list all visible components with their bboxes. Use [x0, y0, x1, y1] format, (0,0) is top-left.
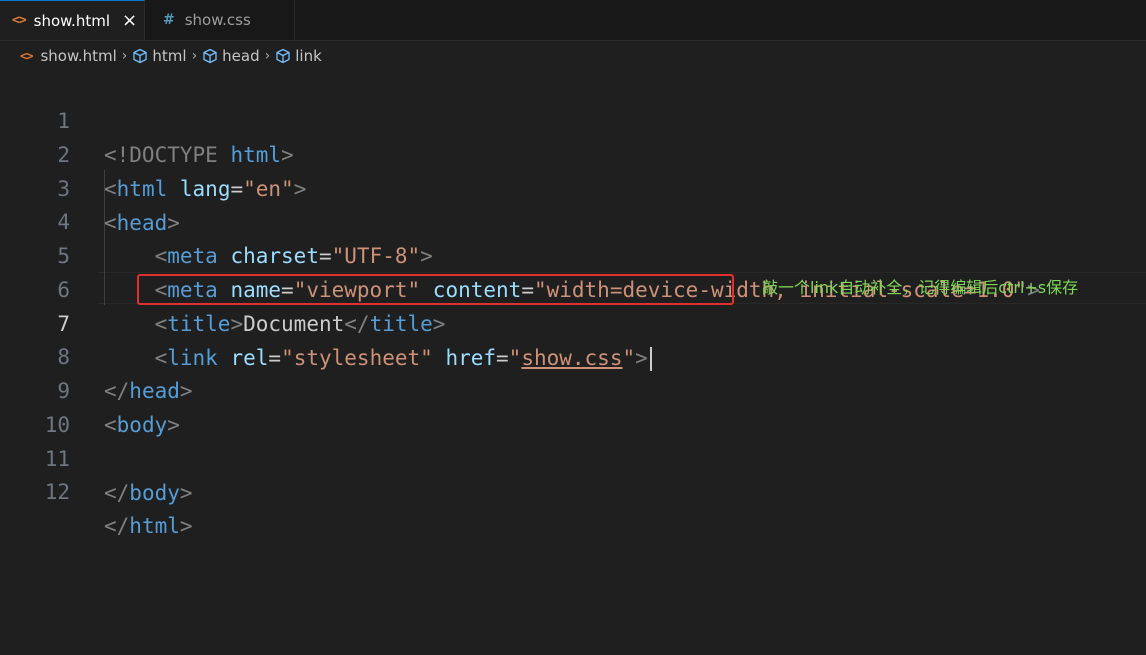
chevron-right-icon: › — [121, 48, 128, 64]
annotation-note: 敲一个link自动补全，记得编辑后ctrl+s保存 — [762, 278, 1079, 297]
breadcrumb-item-link[interactable]: link — [295, 47, 322, 65]
tab-show-html[interactable]: <> show.html × — [0, 0, 145, 40]
line-code: </body> — [104, 481, 193, 505]
code-line[interactable]: 10 — [0, 374, 1146, 437]
code-line[interactable]: 9 <body> — [0, 340, 1146, 437]
close-icon[interactable]: × — [122, 10, 137, 31]
code-line[interactable]: 8 </head> — [0, 306, 1146, 403]
symbol-cube-icon — [275, 48, 291, 64]
line-code: </html> — [104, 514, 193, 538]
code-line[interactable]: 2 <html lang="en"> — [0, 104, 1146, 201]
code-line[interactable]: 6 <title>Document</title> — [0, 239, 1146, 336]
breadcrumb: <> show.html › html › head › link — [0, 42, 1146, 70]
code-editor[interactable]: 1 <!DOCTYPE html> 2 <html lang="en"> 3 <… — [0, 70, 1146, 655]
code-line[interactable]: 3 <head> — [0, 138, 1146, 235]
breadcrumb-file[interactable]: show.html — [40, 47, 116, 65]
code-line[interactable]: 12 </html> — [0, 441, 1146, 538]
tab-label: show.css — [184, 11, 251, 29]
code-line[interactable]: 4 <meta charset="UTF-8"> — [0, 171, 1146, 268]
editor-tab-bar: <> show.html × # show.css — [0, 0, 1146, 41]
code-line[interactable]: 11 </body> — [0, 408, 1146, 505]
chevron-right-icon: › — [191, 48, 198, 64]
breadcrumb-item-head[interactable]: head — [222, 47, 259, 65]
tab-show-css[interactable]: # show.css — [145, 0, 295, 40]
code-line[interactable]: 1 <!DOCTYPE html> — [0, 70, 1146, 167]
line-number: 12 — [44, 480, 70, 504]
symbol-cube-icon — [132, 48, 148, 64]
code-line[interactable]: 5 <meta name="viewport" content="width=d… — [0, 205, 1146, 302]
css-file-icon: # — [163, 12, 175, 28]
html-file-icon: <> — [20, 49, 33, 63]
breadcrumb-item-html[interactable]: html — [152, 47, 186, 65]
html-file-icon: <> — [12, 13, 27, 28]
chevron-right-icon: › — [264, 48, 271, 64]
tab-label: show.html — [33, 11, 110, 30]
annotation-highlight-box — [137, 274, 734, 305]
symbol-cube-icon — [202, 48, 218, 64]
